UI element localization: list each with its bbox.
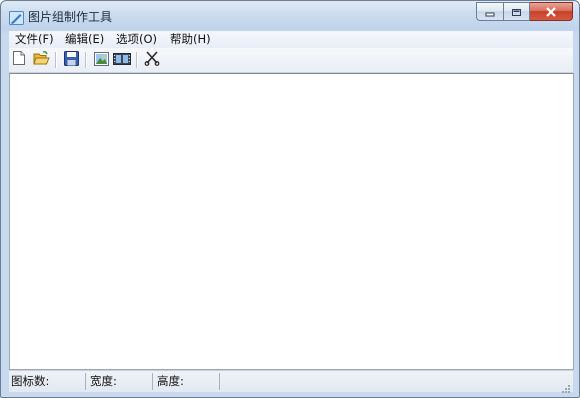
app-window: 图片组制作工具 文件(F) 编辑(E) 选项(O) 帮助(H) 图标数: 宽度:… (0, 0, 580, 398)
close-button[interactable] (530, 2, 573, 21)
resize-grip-icon[interactable] (560, 379, 571, 393)
open-folder-icon (32, 50, 50, 70)
canvas-area[interactable] (9, 73, 574, 370)
menu-help[interactable]: 帮助(H) (168, 32, 213, 47)
new-file-icon (12, 50, 26, 70)
close-icon (545, 2, 557, 21)
save-button[interactable] (61, 50, 81, 70)
maximize-icon (511, 2, 522, 21)
cut-scissors-icon (144, 50, 160, 70)
status-icon-count: 图标数: (9, 373, 86, 390)
toolbar-separator (55, 52, 57, 68)
status-bar: 图标数: 宽度: 高度: (9, 370, 573, 393)
cut-button[interactable] (142, 50, 162, 70)
toolbar (9, 48, 573, 73)
menu-edit[interactable]: 编辑(E) (63, 32, 106, 47)
picture-button[interactable] (91, 50, 111, 70)
menu-bar: 文件(F) 编辑(E) 选项(O) 帮助(H) (9, 31, 573, 48)
status-height: 高度: (155, 373, 220, 390)
open-button[interactable] (31, 50, 51, 70)
filmstrip-icon (113, 51, 131, 70)
caption-buttons (476, 2, 573, 21)
minimize-icon (485, 2, 495, 21)
save-disk-icon (63, 50, 79, 70)
toolbar-separator (85, 52, 87, 68)
pen-picture-icon (9, 10, 24, 25)
filmstrip-button[interactable] (112, 50, 132, 70)
menu-options[interactable]: 选项(O) (114, 32, 159, 47)
status-width: 宽度: (88, 373, 153, 390)
picture-icon (93, 51, 109, 70)
toolbar-separator (136, 52, 138, 68)
new-file-button[interactable] (9, 50, 29, 70)
status-panel-empty (222, 373, 560, 390)
window-title: 图片组制作工具 (28, 10, 113, 24)
maximize-button[interactable] (504, 2, 530, 21)
menu-file[interactable]: 文件(F) (13, 32, 56, 47)
title-bar[interactable]: 图片组制作工具 (1, 1, 579, 31)
minimize-button[interactable] (476, 2, 504, 21)
